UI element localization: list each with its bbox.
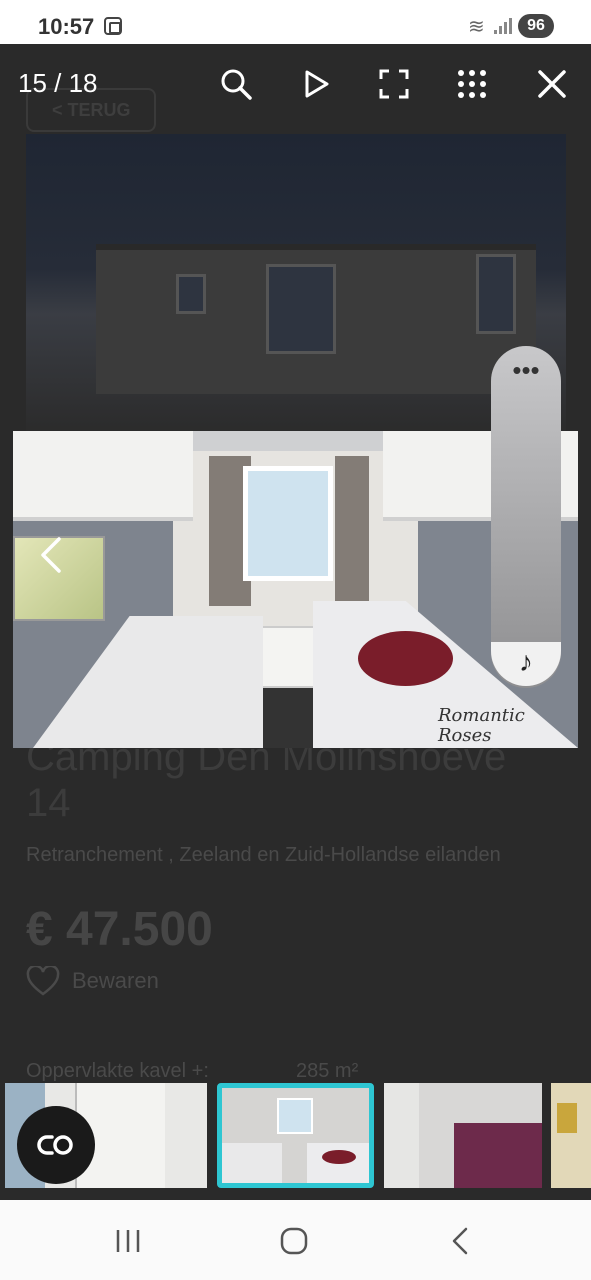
photo-nightstand xyxy=(261,626,317,688)
wifi-icon: ≋ xyxy=(468,16,485,38)
more-options-icon[interactable]: ••• xyxy=(491,357,561,383)
spec-label: Oppervlakte kavel +: xyxy=(26,1060,209,1082)
thumbnail-bunkbed xyxy=(454,1123,542,1188)
thumbnail-wall xyxy=(384,1083,419,1188)
save-label: Bewaren xyxy=(72,968,159,993)
house-window xyxy=(266,264,336,354)
link-icon xyxy=(37,1135,73,1155)
battery-indicator: 96 xyxy=(518,14,554,38)
viewer-toolbar: 15 / 18 xyxy=(0,44,591,124)
photo-bedding-text: Romantic Roses xyxy=(438,705,525,746)
screenshot-icon xyxy=(104,17,122,35)
listing-location: Retranchement , Zeeland en Zuid-Hollands… xyxy=(26,844,501,866)
play-icon[interactable] xyxy=(296,64,336,104)
thumbnail[interactable] xyxy=(551,1083,591,1188)
thumbnail-rose xyxy=(322,1150,356,1164)
recent-apps-icon[interactable] xyxy=(108,1224,148,1258)
close-icon[interactable] xyxy=(532,64,572,104)
thumbnail-bed xyxy=(222,1143,282,1183)
house-window xyxy=(476,254,516,334)
hero-image xyxy=(26,134,566,434)
media-control-panel[interactable]: ••• ♪ xyxy=(491,346,561,688)
listing-title-line2: 14 xyxy=(26,781,71,825)
thumbnail[interactable] xyxy=(384,1083,542,1188)
fullscreen-icon[interactable] xyxy=(374,64,414,104)
home-icon[interactable] xyxy=(274,1224,314,1258)
heart-icon xyxy=(26,966,60,996)
previous-image-icon[interactable] xyxy=(37,535,67,575)
back-nav-icon[interactable] xyxy=(440,1224,480,1258)
photo-rose-print xyxy=(358,631,453,686)
listing-price: € 47.500 xyxy=(26,903,213,956)
search-icon[interactable] xyxy=(216,64,256,104)
thumbnail-window xyxy=(277,1098,313,1134)
status-bar: 10:57 ≋ 96 xyxy=(0,0,591,44)
system-navigation-bar xyxy=(0,1200,591,1280)
signal-icon xyxy=(494,18,512,34)
lens-button[interactable] xyxy=(17,1106,95,1184)
photo-left-cabinet xyxy=(13,431,193,521)
grid-icon[interactable] xyxy=(452,64,492,104)
thumbnail-active[interactable] xyxy=(217,1083,374,1188)
spec-value: 285 m² xyxy=(296,1060,359,1082)
photo-curtain xyxy=(335,456,369,606)
house-window xyxy=(176,274,206,314)
clock: 10:57 xyxy=(38,14,95,39)
image-counter: 15 / 18 xyxy=(18,68,98,98)
thumbnail-painting xyxy=(557,1103,577,1133)
photo-window xyxy=(243,466,333,581)
save-button[interactable]: Bewaren xyxy=(26,966,159,996)
